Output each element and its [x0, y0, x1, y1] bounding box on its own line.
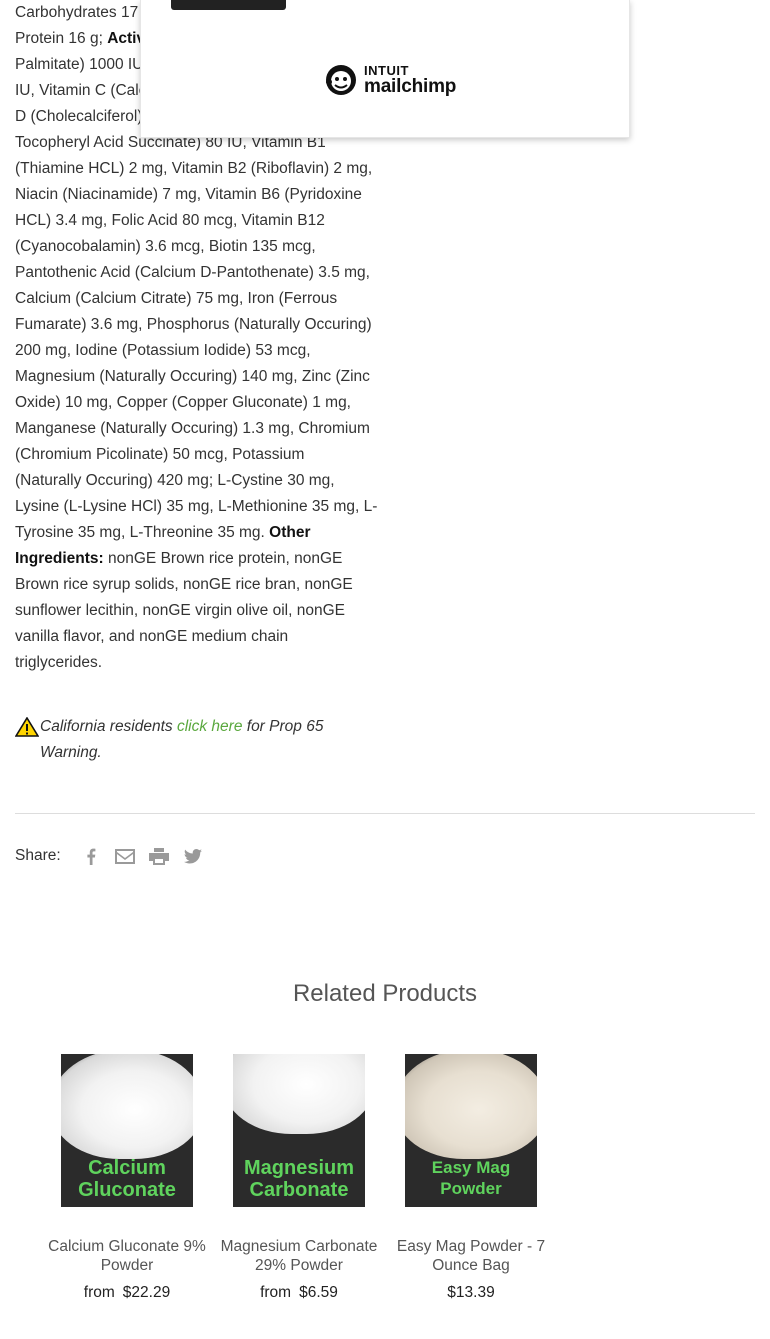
description-line: 200 mg, Iodine (Potassium Iodide) 53 mcg…: [15, 338, 385, 364]
price-from-label: from: [260, 1284, 292, 1301]
product-image-label: Magnesium Carbonate: [243, 1157, 355, 1201]
related-products-title: Related Products: [292, 980, 478, 1007]
logo-mailchimp-text: mailchimp: [364, 76, 457, 97]
price-value: $6.59: [299, 1284, 338, 1301]
description-line: (Naturally Occuring) 420 mg; L-Cystine 3…: [15, 468, 385, 494]
email-icon[interactable]: [114, 846, 135, 866]
description-text: Lysine (L-Lysine HCl) 35 mg, L-Methionin…: [15, 498, 378, 515]
description-line: sunflower lecithin, nonGE virgin olive o…: [15, 598, 385, 624]
description-line: Lysine (L-Lysine HCl) 35 mg, L-Methionin…: [15, 494, 385, 520]
product-price: from $6.59: [219, 1284, 379, 1302]
popup-submit-button[interactable]: [171, 0, 286, 10]
description-text: Brown rice syrup solids, nonGE rice bran…: [15, 576, 353, 593]
description-line: triglycerides.: [15, 650, 385, 676]
description-text: Magnesium (Naturally Occuring) 140 mg, Z…: [15, 368, 370, 385]
description-line: Niacin (Niacinamide) 7 mg, Vitamin B6 (P…: [15, 182, 385, 208]
description-text: Fumarate) 3.6 mg, Phosphorus (Naturally …: [15, 316, 372, 333]
description-text: (Chromium Picolinate) 50 mcg, Potassium: [15, 446, 305, 463]
description-text: Oxide) 10 mg, Copper (Copper Gluconate) …: [15, 394, 351, 411]
description-text: nonGE Brown rice protein, nonGE: [103, 550, 343, 567]
description-line: Fumarate) 3.6 mg, Phosphorus (Naturally …: [15, 312, 385, 338]
twitter-icon[interactable]: [183, 846, 203, 866]
share-label: Share:: [15, 847, 61, 864]
description-text: Tyrosine 35 mg, L-Threonine 35 mg.: [15, 524, 270, 541]
share-bar: Share:: [15, 846, 203, 866]
product-image-label: Calcium Gluconate: [78, 1157, 176, 1201]
product-card-calcium-gluconate[interactable]: Calcium Gluconate Calcium Gluconate 9% P…: [47, 1054, 207, 1302]
mailchimp-logo: INTUIT mailchimp: [324, 62, 456, 98]
product-image[interactable]: Calcium Gluconate: [61, 1054, 193, 1207]
description-text: (Cyanocobalamin) 3.6 mcg, Biotin 135 mcg…: [15, 238, 316, 255]
description-text: 200 mg, Iodine (Potassium Iodide) 53 mcg…: [15, 342, 311, 359]
description-line: (Thiamine HCL) 2 mg, Vitamin B2 (Ribofla…: [15, 156, 385, 182]
powder-graphic: [61, 1054, 193, 1159]
product-name[interactable]: Calcium Gluconate 9% Powder: [47, 1237, 207, 1275]
product-price: $13.39: [391, 1284, 551, 1302]
description-text: vanilla flavor, and nonGE medium chain: [15, 628, 289, 645]
description-text: (Naturally Occuring) 420 mg; L-Cystine 3…: [15, 472, 335, 489]
description-text: sunflower lecithin, nonGE virgin olive o…: [15, 602, 345, 619]
facebook-icon[interactable]: [81, 846, 101, 866]
warning-icon: [15, 717, 39, 737]
product-card-easy-mag-powder[interactable]: Easy Mag Powder Easy Mag Powder - 7 Ounc…: [391, 1054, 551, 1302]
prop65-text-before: California residents: [40, 718, 177, 735]
description-line: Calcium (Calcium Citrate) 75 mg, Iron (F…: [15, 286, 385, 312]
description-line: Ingredients: nonGE Brown rice protein, n…: [15, 546, 385, 572]
description-line: Magnesium (Naturally Occuring) 140 mg, Z…: [15, 364, 385, 390]
description-line: Brown rice syrup solids, nonGE rice bran…: [15, 572, 385, 598]
product-name[interactable]: Magnesium Carbonate 29% Powder: [219, 1237, 379, 1275]
description-line: (Chromium Picolinate) 50 mcg, Potassium: [15, 442, 385, 468]
divider: [15, 813, 755, 814]
product-image-label: Easy Mag Powder: [431, 1158, 511, 1198]
mailchimp-freddie-icon: [326, 65, 356, 95]
description-text: Pantothenic Acid (Calcium D-Pantothenate…: [15, 264, 370, 281]
powder-graphic: [233, 1054, 365, 1134]
prop65-notice: California residents click here for Prop…: [15, 714, 345, 766]
description-text: (Thiamine HCL) 2 mg, Vitamin B2 (Ribofla…: [15, 160, 373, 177]
description-text: triglycerides.: [15, 654, 102, 671]
product-name[interactable]: Easy Mag Powder - 7 Ounce Bag: [391, 1237, 551, 1275]
description-text: Protein 16 g;: [15, 30, 108, 47]
product-card-magnesium-carbonate[interactable]: Magnesium Carbonate Magnesium Carbonate …: [219, 1054, 379, 1302]
description-line: vanilla flavor, and nonGE medium chain: [15, 624, 385, 650]
description-line: HCL) 3.4 mg, Folic Acid 80 mcg, Vitamin …: [15, 208, 385, 234]
description-text: Niacin (Niacinamide) 7 mg, Vitamin B6 (P…: [15, 186, 362, 203]
product-image[interactable]: Magnesium Carbonate: [233, 1054, 365, 1207]
description-line: Tyrosine 35 mg, L-Threonine 35 mg. Other: [15, 520, 385, 546]
prop65-link[interactable]: click here: [177, 718, 242, 735]
description-text: Carbohydrates 17: [15, 4, 139, 21]
description-line: (Cyanocobalamin) 3.6 mcg, Biotin 135 mcg…: [15, 234, 385, 260]
description-text: Palmitate) 1000 IU: [15, 56, 144, 73]
price-from-label: from: [83, 1284, 115, 1301]
product-price: from $22.29: [47, 1284, 207, 1302]
description-line: Pantothenic Acid (Calcium D-Pantothenate…: [15, 260, 385, 286]
description-bold-text: Other: [269, 524, 311, 541]
description-text: IU, Vitamin C (Calc: [15, 82, 147, 99]
print-icon[interactable]: [148, 846, 169, 866]
description-text: HCL) 3.4 mg, Folic Acid 80 mcg, Vitamin …: [15, 212, 325, 229]
powder-graphic: [405, 1054, 537, 1159]
description-bold-text: Ingredients:: [15, 550, 104, 567]
description-line: Oxide) 10 mg, Copper (Copper Gluconate) …: [15, 390, 385, 416]
description-line: Manganese (Naturally Occuring) 1.3 mg, C…: [15, 416, 385, 442]
price-value: $22.29: [122, 1284, 171, 1301]
description-text: Calcium (Calcium Citrate) 75 mg, Iron (F…: [15, 290, 338, 307]
description-text: Manganese (Naturally Occuring) 1.3 mg, C…: [15, 420, 370, 437]
product-image[interactable]: Easy Mag Powder: [405, 1054, 537, 1207]
price-value: $13.39: [447, 1284, 495, 1301]
newsletter-popup: INTUIT mailchimp: [140, 0, 630, 138]
description-text: D (Cholecalciferol): [15, 108, 143, 125]
